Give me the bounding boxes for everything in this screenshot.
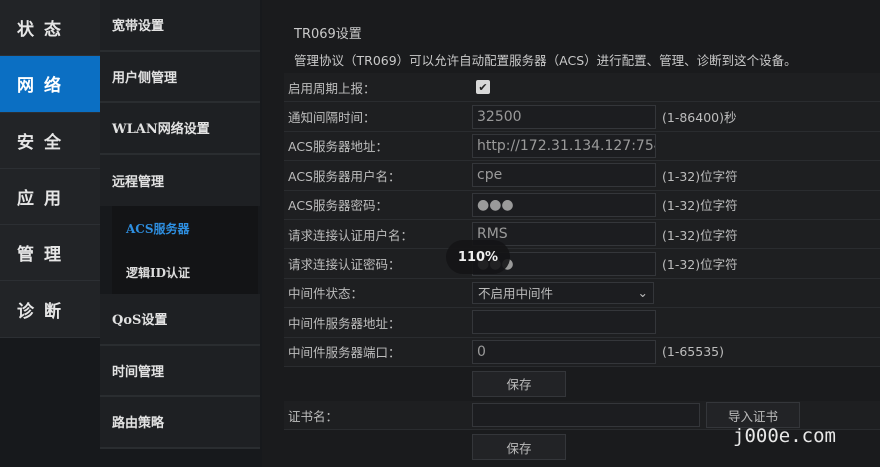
label: 中间件服务器地址：	[288, 315, 401, 331]
interval-input[interactable]: 32500	[472, 104, 656, 129]
subnav-acs[interactable]: ACS服务器	[112, 206, 258, 250]
zoom-indicator: 110%	[446, 240, 510, 274]
nav-network[interactable]: 网络	[0, 56, 100, 113]
label: 中间件状态：	[288, 286, 364, 302]
label: 证书名：	[288, 408, 339, 424]
page-description: 管理协议（TR069）可以允许自动配置服务器（ACS）进行配置、管理、诊断到这个…	[294, 53, 797, 68]
save-button[interactable]: 保存	[472, 370, 566, 397]
save-cert-button[interactable]: 保存	[472, 434, 566, 461]
hint: (1-86400)秒	[662, 110, 737, 126]
subnav-user-side[interactable]: 用户侧管理	[100, 51, 260, 103]
nav-status[interactable]: 状态	[0, 0, 100, 57]
subnav-time[interactable]: 时间管理	[100, 345, 260, 397]
label: ACS服务器用户名：	[288, 168, 401, 184]
acs-password-input[interactable]: ●●●	[472, 192, 656, 217]
middleware-port-input[interactable]: 0	[472, 339, 656, 364]
middleware-address-input[interactable]	[472, 310, 656, 335]
label: ACS服务器密码：	[288, 198, 388, 214]
acs-url-input[interactable]: http://172.31.134.127:754	[472, 133, 656, 158]
label: 通知间隔时间：	[288, 110, 376, 126]
middleware-status-select[interactable]: 不启用中间件 ⌄	[472, 281, 654, 304]
label: 请求连接认证用户名：	[288, 227, 414, 243]
watermark: j000e.com	[733, 425, 836, 447]
cert-name-input[interactable]	[472, 403, 700, 428]
hint: (1-32)位字符	[662, 227, 738, 243]
sub-nav: 宽带设置 用户侧管理 WLAN网络设置 远程管理 ACS服务器 逻辑ID认证 Q…	[100, 0, 260, 449]
subnav-qos[interactable]: QoS设置	[100, 294, 260, 346]
hint: (1-65535)	[662, 344, 724, 360]
acs-username-input[interactable]: cpe	[472, 163, 656, 188]
nav-diagnosis[interactable]: 诊断	[0, 281, 100, 338]
tr069-form: 启用周期上报： ✔ 通知间隔时间： 32500 (1-86400)秒 ACS服务器地址…	[284, 73, 880, 464]
select-value: 不启用中间件	[478, 286, 554, 302]
chevron-down-icon: ⌄	[637, 285, 648, 301]
content: TR069设置 管理协议（TR069）可以允许自动配置服务器（ACS）进行配置、…	[262, 0, 880, 467]
label: ACS服务器地址：	[288, 139, 388, 155]
nav-management[interactable]: 管理	[0, 225, 100, 282]
label: 请求连接认证密码：	[288, 257, 401, 273]
page-title: TR069设置	[294, 27, 362, 42]
hint: (1-32)位字符	[662, 257, 738, 273]
subnav-broadband[interactable]: 宽带设置	[100, 0, 260, 52]
subnav-route[interactable]: 路由策略	[100, 397, 260, 449]
subnav-remote[interactable]: 远程管理	[100, 154, 260, 206]
main-nav: 状态 网络 安全 应用 管理 诊断	[0, 0, 100, 338]
periodic-report-checkbox[interactable]: ✔	[476, 80, 490, 95]
subnav-wlan[interactable]: WLAN网络设置	[100, 103, 260, 155]
nav-application[interactable]: 应用	[0, 169, 100, 226]
hint: (1-32)位字符	[662, 198, 738, 214]
label: 中间件服务器端口：	[288, 345, 401, 361]
subnav-logic-id[interactable]: 逻辑ID认证	[112, 250, 258, 294]
hint: (1-32)位字符	[662, 168, 738, 184]
label: 启用周期上报：	[288, 80, 376, 96]
nav-security[interactable]: 安全	[0, 113, 100, 169]
remote-submenu: ACS服务器 逻辑ID认证	[112, 206, 258, 294]
